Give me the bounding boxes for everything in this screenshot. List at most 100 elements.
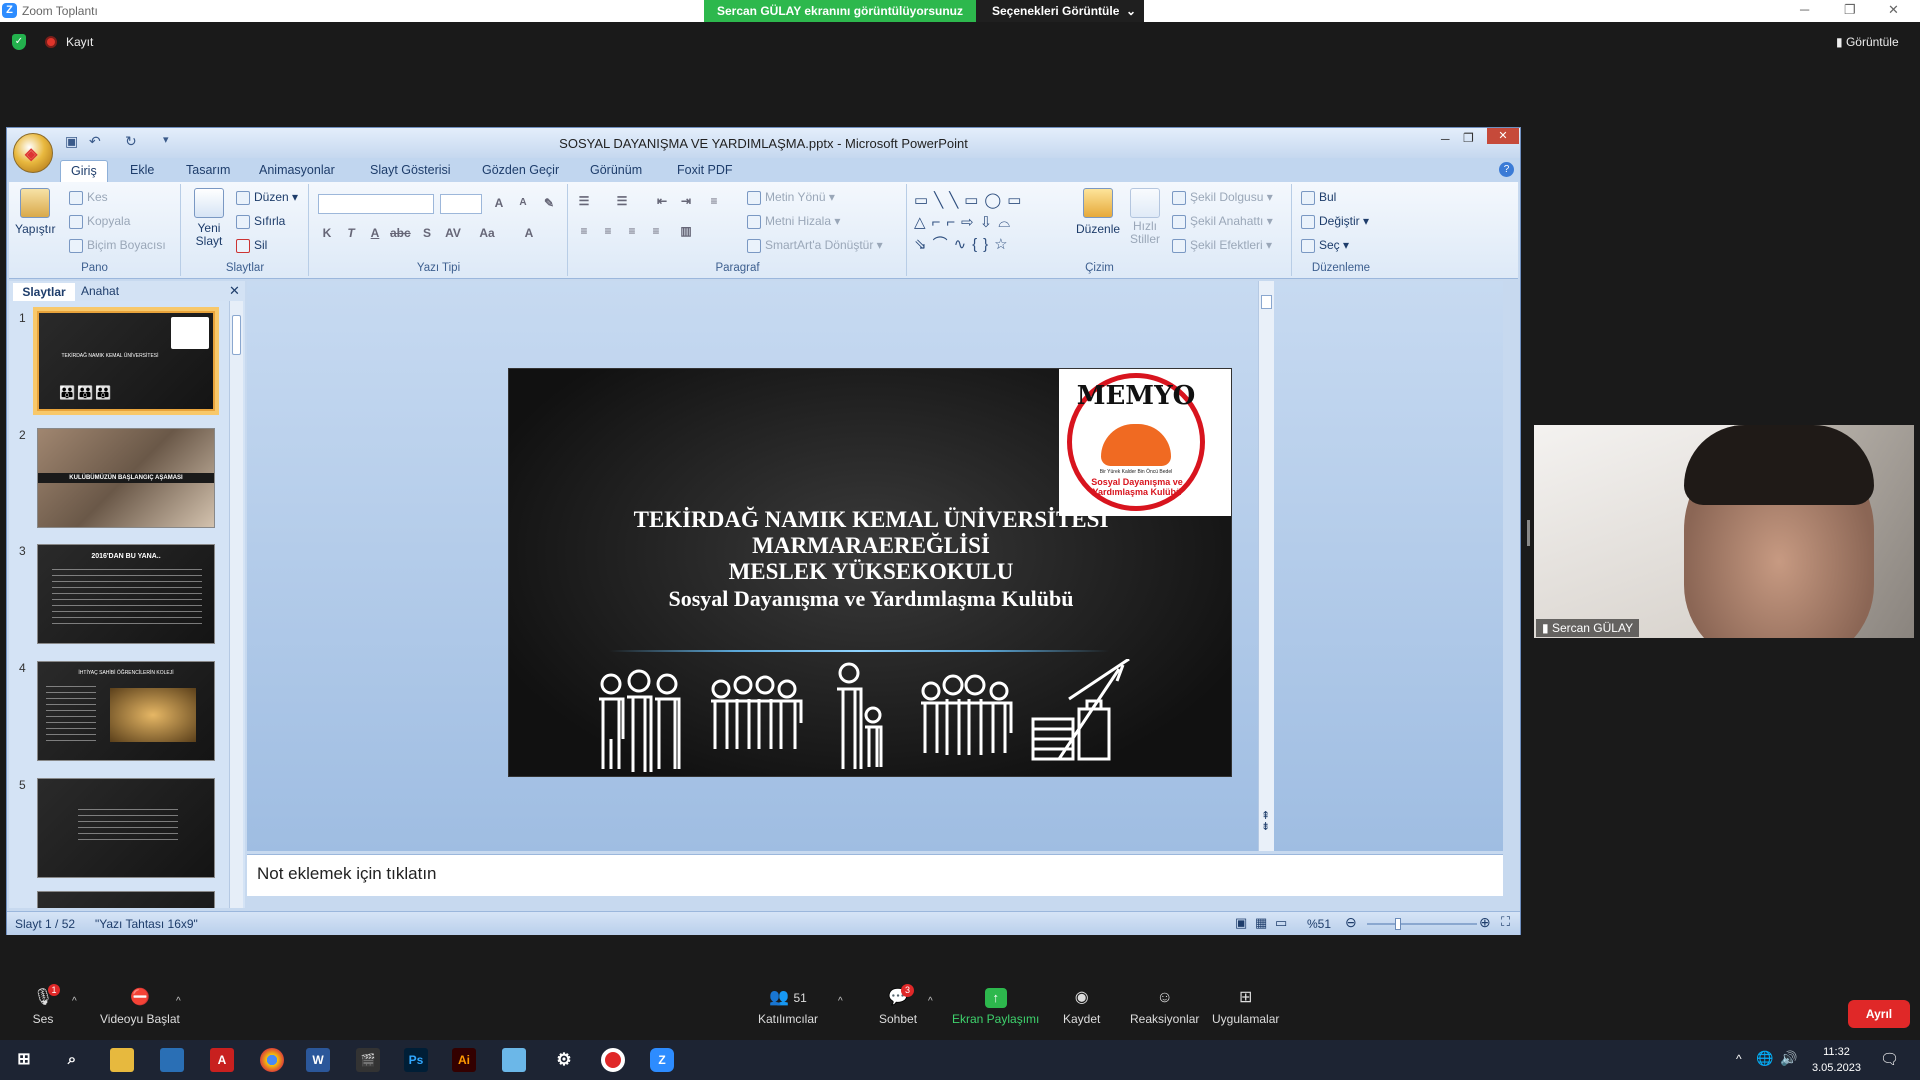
format-painter-button[interactable]: Biçim Boyacısı	[69, 238, 166, 253]
windows-start-icon[interactable]: ⊞	[12, 1048, 36, 1072]
office-button[interactable]: ◈	[13, 133, 53, 173]
acrobat-icon[interactable]: A	[210, 1048, 234, 1072]
smartart-button[interactable]: SmartArt'a Dönüştür ▾	[747, 238, 883, 253]
audio-menu-chevron-icon[interactable]: ^	[72, 996, 77, 1007]
align-right-icon[interactable]: ≡	[623, 222, 641, 240]
clapper-app-icon[interactable]: 🎬	[356, 1048, 380, 1072]
slide-show-icon[interactable]: ▭	[1275, 915, 1287, 931]
tray-chevron-icon[interactable]: ^	[1736, 1052, 1742, 1066]
slide-thumbnail-4[interactable]: İHTİYAÇ SAHİBİ ÖĞRENCİLERİN KOLEJİ	[37, 661, 215, 761]
align-text-button[interactable]: Metni Hizala ▾	[747, 214, 840, 229]
editor-scroll-thumb[interactable]	[1261, 295, 1272, 309]
leave-button[interactable]: Ayrıl	[1848, 1000, 1910, 1028]
increase-indent-icon[interactable]: ⇥	[677, 192, 695, 210]
char-spacing-icon[interactable]: AV	[444, 224, 462, 242]
system-clock[interactable]: 11:32 3.05.2023	[1812, 1044, 1861, 1076]
apps-button[interactable]: ⊞ Uygulamalar	[1212, 988, 1279, 1026]
editor-vertical-scrollbar[interactable]: ⇞ ⇟	[1258, 281, 1274, 851]
clear-format-icon[interactable]: ✎	[540, 194, 558, 212]
view-options-button[interactable]: Seçenekleri Görüntüle ⌄	[976, 0, 1144, 22]
shape-effects-button[interactable]: Şekil Efektleri ▾	[1172, 238, 1272, 253]
bullets-icon[interactable]: ☰	[575, 192, 593, 210]
chrome-icon[interactable]	[260, 1048, 284, 1072]
tab-gozden-gecir[interactable]: Gözden Geçir	[482, 163, 559, 177]
tab-tasarim[interactable]: Tasarım	[186, 163, 230, 177]
font-name-combo[interactable]	[318, 194, 434, 214]
ppt-close-icon[interactable]: ✕	[1487, 128, 1519, 144]
tab-animasyonlar[interactable]: Animasyonlar	[259, 163, 335, 177]
change-case-icon[interactable]: Aa	[478, 224, 496, 242]
volume-icon[interactable]: 🔊	[1780, 1050, 1797, 1067]
help-icon[interactable]: ?	[1499, 162, 1514, 177]
shape-fill-button[interactable]: Şekil Dolgusu ▾	[1172, 190, 1273, 205]
align-left-icon[interactable]: ≡	[575, 222, 593, 240]
text-direction-button[interactable]: Metin Yönü ▾	[747, 190, 835, 205]
zoom-slider[interactable]	[1367, 918, 1477, 930]
zoom-level[interactable]: %51	[1307, 917, 1331, 931]
recording-label[interactable]: Kayıt	[66, 35, 93, 49]
participant-video[interactable]: ▮ Sercan GÜLAY	[1534, 425, 1914, 638]
notification-icon[interactable]: 🗨	[1880, 1050, 1899, 1068]
network-icon[interactable]: 🌐	[1756, 1050, 1773, 1067]
illustrator-icon[interactable]: Ai	[452, 1048, 476, 1072]
arrange-button[interactable]: Düzenle	[1076, 188, 1120, 236]
slide-thumbnail-6[interactable]	[37, 891, 215, 908]
splitter-handle[interactable]	[1527, 520, 1530, 546]
new-slide-button[interactable]: Yeni Slayt	[188, 188, 230, 248]
zoom-in-icon[interactable]: ⊕	[1479, 914, 1491, 931]
align-center-icon[interactable]: ≡	[599, 222, 617, 240]
font-size-combo[interactable]	[440, 194, 482, 214]
word-icon[interactable]: W	[306, 1048, 330, 1072]
tab-slayt-gosterisi[interactable]: Slayt Gösterisi	[370, 163, 451, 177]
tab-outline[interactable]: Anahat	[81, 284, 119, 298]
find-button[interactable]: Bul	[1301, 190, 1336, 205]
cut-button[interactable]: Kes	[69, 190, 108, 205]
participants-button[interactable]: 👥 51 Katılımcılar	[758, 988, 818, 1026]
fit-to-window-icon[interactable]: ⛶	[1501, 914, 1510, 930]
select-button[interactable]: Seç ▾	[1301, 238, 1349, 253]
zoom-slider-thumb[interactable]	[1395, 918, 1401, 930]
italic-icon[interactable]: T	[342, 224, 360, 242]
shield-icon[interactable]: ✓	[12, 34, 26, 50]
line-spacing-icon[interactable]: ≡	[705, 192, 723, 210]
minimize-icon[interactable]: ─	[1800, 2, 1809, 17]
view-button[interactable]: ▮ Görüntüle	[1836, 35, 1899, 49]
normal-view-icon[interactable]: ▣	[1235, 915, 1247, 931]
shape-outline-button[interactable]: Şekil Anahattı ▾	[1172, 214, 1273, 229]
shadow-icon[interactable]: S	[418, 224, 436, 242]
slide-thumbnail-1[interactable]: TEKİRDAĞ NAMIK KEMAL ÜNİVERSİTESİ 👪👪👪	[37, 311, 215, 411]
slide-thumbnail-2[interactable]: KULÜBÜMÜZÜN BAŞLANGIÇ AŞAMASI	[37, 428, 215, 528]
ppt-minimize-icon[interactable]: ─	[1441, 132, 1450, 146]
chat-button[interactable]: 💬 Sohbet 3	[879, 984, 917, 1026]
paste-button[interactable]: Yapıştır	[15, 188, 55, 236]
justify-icon[interactable]: ≡	[647, 222, 665, 240]
slide-thumbnail-3[interactable]: 2016'DAN BU YANA..	[37, 544, 215, 644]
quick-styles-button[interactable]: Hızlı Stiller	[1120, 188, 1170, 246]
participants-chevron-icon[interactable]: ^	[838, 996, 843, 1007]
decrease-indent-icon[interactable]: ⇤	[653, 192, 671, 210]
notes-app-icon[interactable]	[502, 1048, 526, 1072]
shapes-gallery[interactable]: ▭╲╲▭◯▭ △⌐⌐⇨⇩⌓ ⇘⌒∿{}☆	[914, 190, 1054, 258]
file-explorer-icon[interactable]	[110, 1048, 134, 1072]
copy-button[interactable]: Kopyala	[69, 214, 130, 229]
start-video-button[interactable]: ⛔ Videoyu Başlat	[100, 988, 180, 1026]
zoom-out-icon[interactable]: ⊖	[1345, 914, 1357, 931]
photoshop-icon[interactable]: Ps	[404, 1048, 428, 1072]
layout-button[interactable]: Düzen ▾	[236, 190, 298, 205]
font-color-icon[interactable]: A	[520, 224, 538, 242]
recorder-app-icon[interactable]	[601, 1048, 625, 1072]
settings-gear-icon[interactable]: ⚙	[552, 1048, 576, 1072]
grow-font-icon[interactable]: A	[490, 194, 508, 212]
restore-icon[interactable]: ❐	[1844, 2, 1856, 18]
tab-ekle[interactable]: Ekle	[130, 163, 154, 177]
audio-button[interactable]: 🎙 Ses 1	[32, 984, 60, 1026]
close-icon[interactable]: ✕	[1888, 2, 1899, 18]
tab-foxit-pdf[interactable]: Foxit PDF	[677, 163, 733, 177]
tab-slides[interactable]: Slaytlar	[13, 283, 75, 301]
current-slide[interactable]: MEMYO Bir Yürek Kalder Bin Öncü Bedel So…	[508, 368, 1232, 777]
shrink-font-icon[interactable]: A	[514, 194, 532, 212]
screen-share-button[interactable]: ↑ Ekran Paylaşımı	[952, 988, 1039, 1026]
tab-giris[interactable]: Giriş	[60, 160, 108, 182]
bold-icon[interactable]: K	[318, 224, 336, 242]
panel-close-icon[interactable]: ✕	[229, 283, 240, 299]
